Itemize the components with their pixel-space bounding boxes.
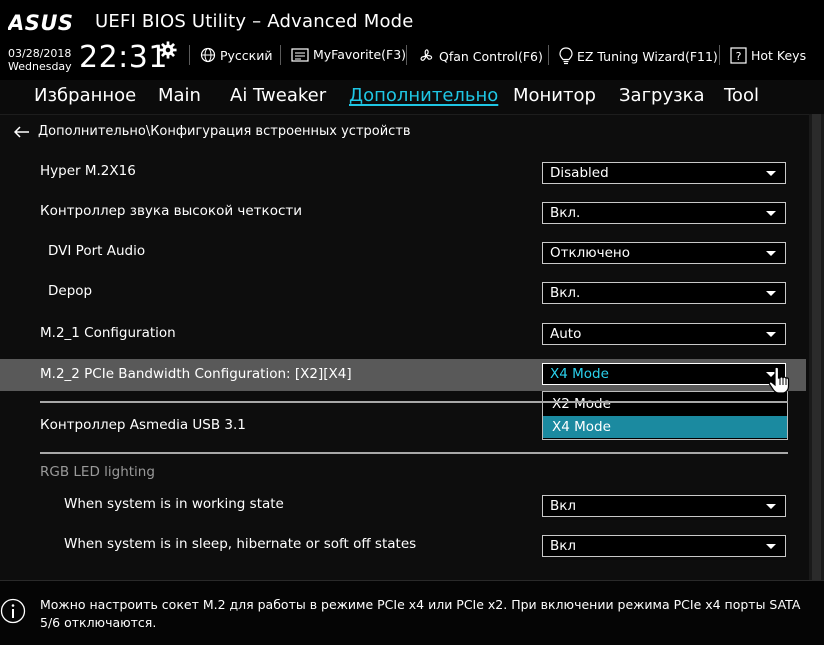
select-value: Вкл	[550, 538, 577, 554]
tab-boot[interactable]: Загрузка	[619, 85, 705, 106]
language-label: Русский	[220, 47, 273, 63]
qfan-control-button[interactable]: Qfan Control(F6)	[417, 47, 543, 65]
tab-main[interactable]: Main	[158, 85, 201, 106]
help-panel: Можно настроить сокет M.2 для работы в р…	[0, 580, 824, 645]
ez-tuning-wizard-label: EZ Tuning Wizard(F11)	[577, 48, 718, 64]
clock-display[interactable]: 22:31	[79, 40, 168, 75]
svg-text:ASUS: ASUS	[8, 11, 74, 34]
rgb-section-title: RGB LED lighting	[40, 464, 155, 480]
hand-cursor-icon	[768, 366, 790, 394]
myfavorite-label: MyFavorite(F3)	[313, 47, 407, 62]
help-key-icon: ?	[730, 47, 747, 64]
section-divider	[40, 452, 788, 454]
select-value: Вкл.	[550, 285, 581, 301]
toolbar-separator	[189, 45, 190, 65]
hot-keys-button[interactable]: ? Hot Keys	[730, 47, 806, 64]
chevron-down-icon	[766, 211, 776, 216]
help-text: Можно настроить сокет M.2 для работы в р…	[40, 597, 801, 630]
hot-keys-label: Hot Keys	[751, 48, 807, 63]
qfan-control-label: Qfan Control(F6)	[439, 48, 543, 64]
svg-text:?: ?	[736, 50, 742, 63]
rgb-working-state-select[interactable]: Вкл	[542, 495, 786, 517]
favorite-list-icon	[291, 47, 309, 62]
lightbulb-icon	[559, 47, 573, 65]
language-button[interactable]: Русский	[200, 47, 272, 63]
date-display: 03/28/2018 Wednesday	[8, 47, 72, 73]
setting-row-m2-2-bandwidth[interactable]: M.2_2 PCIe Bandwidth Configuration: [X2]…	[0, 359, 806, 391]
chevron-down-icon	[766, 171, 776, 176]
toolbar-separator	[280, 45, 281, 65]
setting-row-dvi-port-audio[interactable]: DVI Port Audio Отключено	[0, 236, 806, 268]
setting-row-rgb-sleep-state[interactable]: When system is in sleep, hibernate or so…	[0, 529, 806, 561]
weekday-text: Wednesday	[8, 60, 72, 73]
asus-logo: ASUS	[8, 11, 74, 34]
date-text: 03/28/2018	[8, 47, 72, 60]
back-arrow-icon[interactable]	[14, 125, 30, 138]
globe-icon	[200, 47, 216, 63]
tab-advanced[interactable]: Дополнительно	[349, 85, 498, 106]
m2-2-bandwidth-select[interactable]: X4 Mode	[542, 363, 786, 385]
select-value: Отключено	[550, 245, 631, 261]
tab-tool[interactable]: Tool	[724, 85, 759, 106]
setting-row-m2-1-configuration[interactable]: M.2_1 Configuration Auto	[0, 318, 806, 350]
setting-label: When system is in working state	[64, 496, 284, 512]
setting-row-hyper-m2x16[interactable]: Hyper M.2X16 Disabled	[0, 156, 806, 188]
select-value: X4 Mode	[550, 366, 609, 382]
settings-scrollbar[interactable]	[809, 114, 824, 580]
setting-row-hd-audio[interactable]: Контроллер звука высокой четкости Вкл.	[0, 196, 806, 228]
setting-label: When system is in sleep, hibernate or so…	[64, 536, 417, 552]
info-icon	[0, 598, 26, 624]
fan-icon	[420, 49, 433, 61]
chevron-down-icon	[766, 251, 776, 256]
toolbar-separator	[406, 45, 407, 65]
breadcrumb: Дополнительно\Конфигурация встроенных ус…	[14, 124, 411, 139]
chevron-down-icon	[766, 504, 776, 509]
tab-monitor[interactable]: Монитор	[513, 85, 596, 106]
setting-label: M.2_2 PCIe Bandwidth Configuration: [X2]…	[40, 366, 352, 382]
app-title: UEFI BIOS Utility – Advanced Mode	[95, 11, 414, 32]
scrollbar-thumb[interactable]	[812, 114, 821, 580]
hyper-m2x16-select[interactable]: Disabled	[542, 162, 786, 184]
setting-label: DVI Port Audio	[48, 243, 146, 259]
submenu-label: Контроллер Asmedia USB 3.1	[40, 417, 246, 433]
select-value: Disabled	[550, 165, 609, 181]
breadcrumb-path: Дополнительно\Конфигурация встроенных ус…	[38, 124, 411, 139]
setting-label: M.2_1 Configuration	[40, 325, 176, 341]
select-value: Вкл	[550, 498, 577, 514]
select-value: Auto	[550, 326, 582, 342]
setting-row-depop[interactable]: Depop Вкл.	[0, 276, 806, 308]
chevron-down-icon	[766, 291, 776, 296]
main-tabs: Избранное Main Ai Tweaker Дополнительно …	[0, 80, 824, 115]
setting-label: Depop	[48, 283, 93, 299]
chevron-down-icon	[766, 544, 776, 549]
toolbar-separator	[719, 45, 720, 65]
setting-row-rgb-working-state[interactable]: When system is in working state Вкл	[0, 489, 806, 521]
section-divider	[40, 401, 788, 403]
setting-label: Hyper M.2X16	[40, 163, 136, 179]
ez-tuning-wizard-button[interactable]: EZ Tuning Wizard(F11)	[559, 47, 718, 65]
tab-ai-tweaker[interactable]: Ai Tweaker	[230, 85, 326, 106]
myfavorite-button[interactable]: MyFavorite(F3)	[291, 47, 406, 62]
dvi-port-audio-select[interactable]: Отключено	[542, 242, 786, 264]
top-bar: ASUS UEFI BIOS Utility – Advanced Mode 0…	[0, 0, 824, 80]
toolbar-separator	[548, 45, 549, 65]
m2-1-configuration-select[interactable]: Auto	[542, 323, 786, 345]
select-value: Вкл.	[550, 205, 581, 221]
gear-icon[interactable]	[159, 41, 177, 59]
rgb-sleep-state-select[interactable]: Вкл	[542, 535, 786, 557]
setting-row-asmedia-usb31[interactable]: Контроллер Asmedia USB 3.1	[0, 410, 806, 442]
hd-audio-select[interactable]: Вкл.	[542, 202, 786, 224]
depop-select[interactable]: Вкл.	[542, 282, 786, 304]
chevron-down-icon	[766, 332, 776, 337]
tab-favorites[interactable]: Избранное	[34, 85, 136, 106]
setting-label: Контроллер звука высокой четкости	[40, 203, 303, 219]
